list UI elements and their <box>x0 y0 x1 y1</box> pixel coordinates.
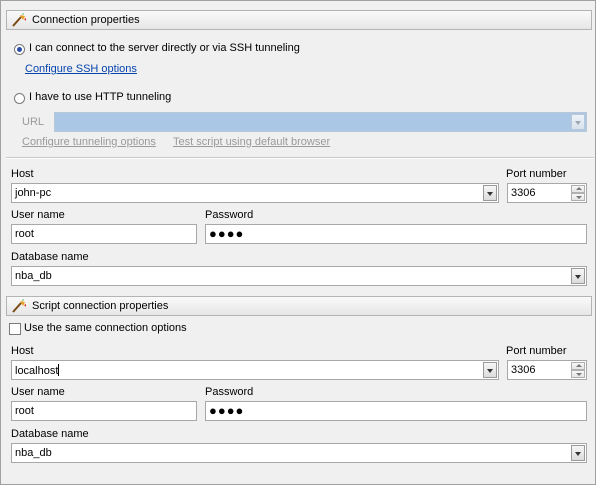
configure-ssh-link[interactable]: Configure SSH options <box>25 63 137 75</box>
host-dropdown-icon[interactable] <box>483 185 497 201</box>
database-dropdown-icon[interactable] <box>571 268 585 284</box>
url-label: URL <box>22 116 45 128</box>
script-username-value: root <box>15 405 34 417</box>
database-value: nba_db <box>15 270 52 282</box>
host-label: Host <box>11 168 34 180</box>
port-increment-icon[interactable] <box>571 185 585 193</box>
username-value: root <box>15 228 34 240</box>
script-password-input[interactable]: ●●●● <box>205 401 587 421</box>
divider <box>6 157 594 159</box>
database-combobox[interactable]: nba_db <box>11 266 587 286</box>
section-title: Connection properties <box>32 14 140 26</box>
http-tunneling-label[interactable]: I have to use HTTP tunneling <box>29 91 171 103</box>
url-combobox[interactable] <box>54 112 587 132</box>
script-password-label: Password <box>205 386 254 398</box>
direct-connection-radio[interactable] <box>14 44 25 55</box>
host-combobox[interactable]: john-pc <box>11 183 499 203</box>
port-value: 3306 <box>511 187 536 199</box>
script-port-label: Port number <box>506 345 567 357</box>
script-database-combobox[interactable]: nba_db <box>11 443 587 463</box>
script-host-value: localhost <box>15 364 60 377</box>
section-title: Script connection properties <box>32 300 169 312</box>
text-caret <box>58 364 60 376</box>
port-spinner[interactable]: 3306 <box>507 183 587 203</box>
script-host-label: Host <box>11 345 34 357</box>
port-decrement-icon[interactable] <box>571 193 585 201</box>
configure-tunneling-link[interactable]: Configure tunneling options <box>22 136 156 148</box>
script-database-dropdown-icon[interactable] <box>571 445 585 461</box>
password-label: Password <box>205 209 254 221</box>
script-port-increment-icon[interactable] <box>571 362 585 370</box>
url-dropdown-icon[interactable] <box>571 114 585 130</box>
script-username-label: User name <box>11 386 65 398</box>
script-database-label: Database name <box>11 428 89 440</box>
http-tunneling-radio[interactable] <box>14 93 25 104</box>
connection-properties-header: Connection properties <box>6 10 592 30</box>
host-value: john-pc <box>15 187 52 199</box>
connection-dialog-panel: Connection properties I can connect to t… <box>0 0 596 485</box>
password-input[interactable]: ●●●● <box>205 224 587 244</box>
script-port-spinner[interactable]: 3306 <box>507 360 587 380</box>
script-port-decrement-icon[interactable] <box>571 370 585 378</box>
database-label: Database name <box>11 251 89 263</box>
same-options-label[interactable]: Use the same connection options <box>24 322 187 334</box>
wizard-wand-icon <box>12 299 26 313</box>
script-database-value: nba_db <box>15 447 52 459</box>
test-script-link[interactable]: Test script using default browser <box>173 136 330 148</box>
script-username-input[interactable]: root <box>11 401 197 421</box>
script-connection-header: Script connection properties <box>6 296 592 316</box>
password-mask: ●●●● <box>209 226 245 241</box>
script-port-value: 3306 <box>511 364 536 376</box>
username-label: User name <box>11 209 65 221</box>
port-label: Port number <box>506 168 567 180</box>
script-host-dropdown-icon[interactable] <box>483 362 497 378</box>
username-input[interactable]: root <box>11 224 197 244</box>
script-host-combobox[interactable]: localhost <box>11 360 499 380</box>
script-password-mask: ●●●● <box>209 403 245 418</box>
direct-connection-label[interactable]: I can connect to the server directly or … <box>29 42 300 54</box>
same-options-checkbox[interactable] <box>9 323 21 335</box>
wizard-wand-icon <box>12 13 26 27</box>
